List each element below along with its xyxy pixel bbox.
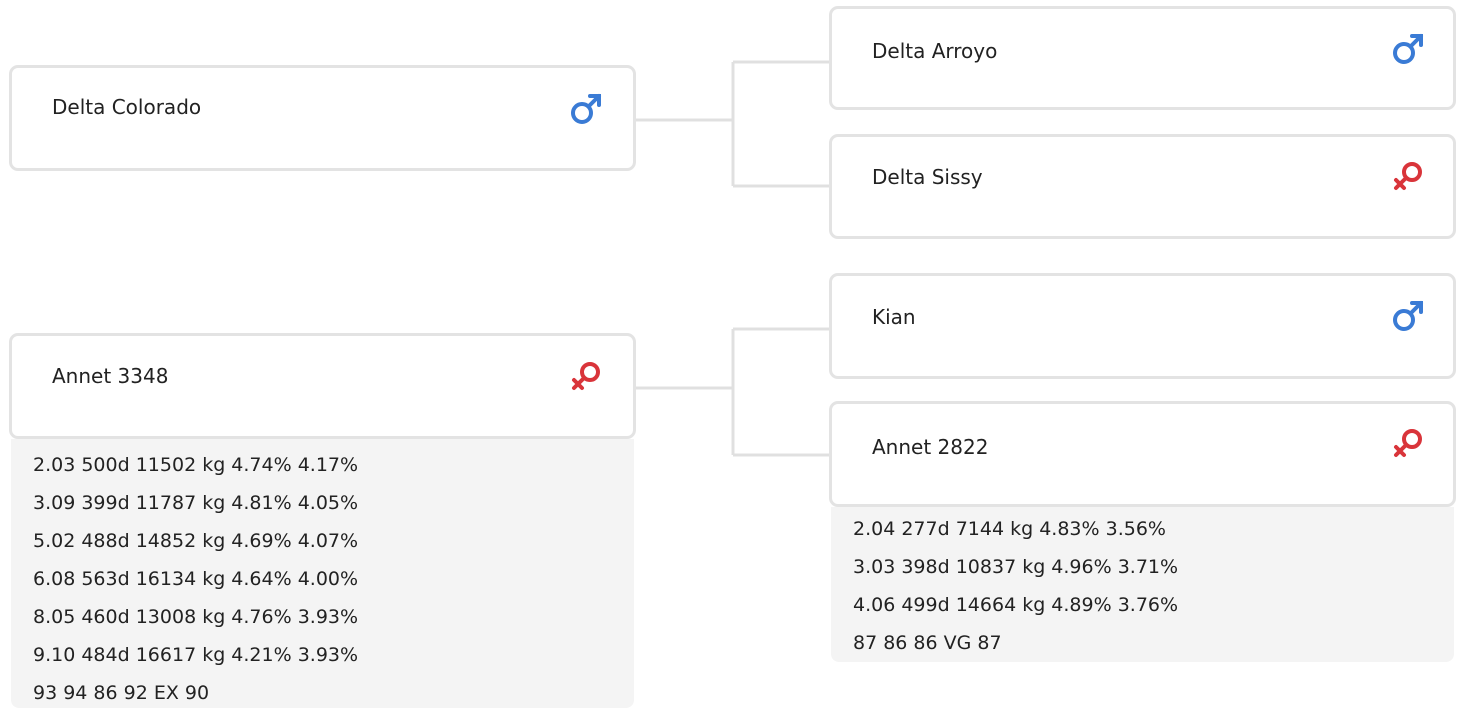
connector-sire-line — [635, 60, 830, 188]
stat-line: 2.03 500d 11502 kg 4.74% 4.17% — [33, 454, 359, 476]
stat-line: 5.02 488d 14852 kg 4.69% 4.07% — [33, 530, 359, 552]
sire-sire-card[interactable]: Delta Arroyo — [829, 6, 1456, 110]
sire-dam-name: Delta Sissy — [872, 165, 983, 189]
stat-line: 93 94 86 92 EX 90 — [33, 682, 210, 704]
dam-stats-panel: 2.03 500d 11502 kg 4.74% 4.17% 3.09 399d… — [11, 439, 634, 708]
stat-line: 87 86 86 VG 87 — [853, 632, 1002, 654]
male-icon — [1391, 297, 1427, 335]
sire-name: Delta Colorado — [52, 95, 202, 119]
dam-dam-card[interactable]: Annet 2822 — [829, 401, 1456, 507]
sire-sire-name: Delta Arroyo — [872, 39, 998, 63]
female-icon — [569, 358, 605, 396]
sire-dam-card[interactable]: Delta Sissy — [829, 134, 1456, 239]
stat-line: 3.03 398d 10837 kg 4.96% 3.71% — [853, 556, 1179, 578]
dam-card[interactable]: Annet 3348 — [9, 333, 636, 439]
stat-line: 8.05 460d 13008 kg 4.76% 3.93% — [33, 606, 359, 628]
sire-card[interactable]: Delta Colorado — [9, 65, 636, 171]
dam-sire-card[interactable]: Kian — [829, 273, 1456, 379]
stat-line: 2.04 277d 7144 kg 4.83% 3.56% — [853, 518, 1166, 540]
dam-name: Annet 3348 — [52, 364, 169, 388]
stat-line: 4.06 499d 14664 kg 4.89% 3.76% — [853, 594, 1179, 616]
female-icon — [1391, 425, 1427, 463]
male-icon — [1391, 30, 1427, 68]
male-icon — [569, 90, 605, 128]
dam-sire-name: Kian — [872, 305, 916, 329]
female-icon — [1391, 158, 1427, 196]
dam-dam-stats-panel: 2.04 277d 7144 kg 4.83% 3.56% 3.03 398d … — [831, 507, 1454, 662]
stat-line: 6.08 563d 16134 kg 4.64% 4.00% — [33, 568, 359, 590]
stat-line: 9.10 484d 16617 kg 4.21% 3.93% — [33, 644, 359, 666]
stat-line: 3.09 399d 11787 kg 4.81% 4.05% — [33, 492, 359, 514]
connector-dam-line — [635, 327, 830, 457]
dam-dam-name: Annet 2822 — [872, 435, 989, 459]
